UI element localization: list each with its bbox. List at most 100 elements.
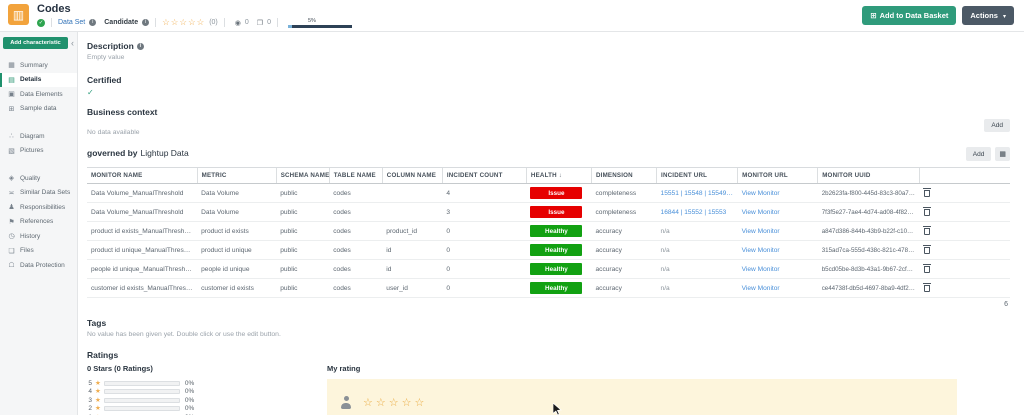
monitor-name-cell: product id unique_ManualThreshold (87, 241, 197, 260)
add-to-data-basket-button[interactable]: ⊞ Add to Data Basket (862, 6, 956, 25)
completeness-value: 5% (308, 18, 352, 24)
histogram-percentage: 0% (185, 397, 194, 404)
column-header[interactable]: MONITOR UUID (818, 168, 920, 184)
asset-type-link[interactable]: Data Set (58, 19, 85, 26)
histogram-row: 2 ★ 0% (87, 405, 327, 414)
add-characteristic-button[interactable]: Add characteristic (3, 37, 68, 49)
sidebar-item-similar-data-sets[interactable]: ≍ Similar Data Sets (0, 186, 77, 201)
nav-item-icon: ♟ (7, 203, 16, 211)
collapse-sidebar-icon[interactable]: ‹ (71, 39, 74, 48)
monitor-row: Data Volume_ManualThreshold Data Volume … (87, 203, 1010, 222)
divider (155, 18, 156, 27)
incident-url-cell[interactable]: n/a (657, 260, 738, 279)
sidebar-item-references[interactable]: ⚑ References (0, 215, 77, 230)
nav-item-icon: ⊞ (7, 105, 16, 113)
dimension-cell: accuracy (591, 279, 656, 298)
dimension-cell: accuracy (591, 260, 656, 279)
sidebar-item-files[interactable]: ❏ Files (0, 244, 77, 259)
monitors-add-button[interactable]: Add (966, 147, 992, 161)
monitor-row: customer id exists_ManualThreshold custo… (87, 279, 1010, 298)
sidebar-item-data-elements[interactable]: ▣ Data Elements (0, 87, 77, 102)
my-rating-stars[interactable]: ☆☆☆☆☆ (363, 396, 427, 409)
monitors-table: MONITOR NAMEMETRICSCHEMA NAMETABLE NAMEC… (87, 167, 1010, 298)
sidebar-item-pictures[interactable]: ▧ Pictures (0, 144, 77, 159)
schema-name-cell: public (276, 222, 329, 241)
delete-icon[interactable] (924, 228, 930, 235)
delete-icon[interactable] (924, 190, 930, 197)
column-header[interactable]: SCHEMA NAME (276, 168, 329, 184)
nav-item-icon: ▦ (7, 61, 16, 69)
sidebar-item-sample-data[interactable]: ⊞ Sample data (0, 102, 77, 117)
monitor-url-link[interactable]: View Monitor (738, 241, 818, 260)
sidebar-item-diagram[interactable]: ∴ Diagram (0, 129, 77, 144)
governed-by-label: governed by (87, 148, 138, 158)
nav-item-icon: ▧ (7, 147, 16, 155)
rating-stars[interactable]: ☆☆☆☆☆ (162, 17, 205, 28)
column-header[interactable]: METRIC (197, 168, 276, 184)
column-header[interactable]: INCIDENT COUNT (442, 168, 526, 184)
histogram-bar (104, 406, 180, 411)
star-icon: ★ (95, 397, 101, 404)
sidebar-item-history[interactable]: ◷ History (0, 229, 77, 244)
monitor-url-link[interactable]: View Monitor (738, 184, 818, 203)
info-icon[interactable]: i (89, 19, 96, 26)
column-header[interactable]: TABLE NAME (329, 168, 382, 184)
incident-url-cell[interactable]: n/a (657, 241, 738, 260)
table-view-toggle-icon[interactable]: ▦ (995, 147, 1010, 161)
health-badge: Issue (530, 206, 582, 218)
sidebar-item-quality[interactable]: ◈ Quality (0, 171, 77, 186)
histogram-percentage: 0% (185, 380, 194, 387)
incident-url-cell[interactable]: n/a (657, 279, 738, 298)
incident-url-cell[interactable]: 16844 | 15552 | 15553 (657, 203, 738, 222)
star-level-label: 1 (87, 414, 92, 415)
delete-icon[interactable] (924, 247, 930, 254)
info-icon[interactable]: i (137, 43, 144, 50)
sidebar-item-responsibilities[interactable]: ♟ Responsibilities (0, 200, 77, 215)
dimension-cell: accuracy (591, 241, 656, 260)
incident-url-cell[interactable]: 15551 | 15548 | 15549 | 15550 (657, 184, 738, 203)
copies-count: 0 (267, 19, 271, 26)
delete-icon[interactable] (924, 266, 930, 273)
nav-item-icon: ◷ (7, 232, 16, 240)
business-context-add-button[interactable]: Add (984, 119, 1010, 132)
incident-count-cell: 0 (442, 279, 526, 298)
governed-section: governed by Lightup Data Add ▦ (87, 147, 1010, 308)
sidebar-nav: ▦ Summary ▤ Details ▣ Data Elements ⊞ Sa… (0, 58, 77, 273)
tags-empty-value[interactable]: No value has been given yet. Double clic… (87, 331, 1010, 338)
column-header[interactable]: MONITOR URL (738, 168, 818, 184)
sidebar: Add characteristic ‹ ▦ Summary ▤ Details… (0, 32, 78, 415)
incident-url-cell[interactable]: n/a (657, 222, 738, 241)
description-heading: Description (87, 41, 134, 51)
actions-button[interactable]: Actions ▾ (962, 6, 1014, 25)
description-empty-value[interactable]: Empty value (87, 54, 1010, 61)
monitor-url-link[interactable]: View Monitor (738, 203, 818, 222)
column-header[interactable] (920, 168, 1010, 184)
completeness-bar (288, 25, 352, 28)
star-icon: ★ (95, 414, 101, 415)
column-header[interactable]: DIMENSION (591, 168, 656, 184)
sidebar-item-summary[interactable]: ▦ Summary (0, 58, 77, 73)
sidebar-item-data-protection[interactable]: ☖ Data Protection (0, 258, 77, 273)
incident-count-cell: 3 (442, 203, 526, 222)
delete-icon[interactable] (924, 285, 930, 292)
monitor-url-link[interactable]: View Monitor (738, 279, 818, 298)
monitor-url-link[interactable]: View Monitor (738, 222, 818, 241)
nav-item-label: Sample data (20, 105, 57, 112)
divider (51, 18, 52, 27)
column-header[interactable]: COLUMN NAME (382, 168, 442, 184)
column-header[interactable]: HEALTH↓ (526, 168, 591, 184)
column-name-cell (382, 203, 442, 222)
nav-item-icon: ❏ (7, 247, 16, 255)
my-rating-heading: My rating (327, 364, 1010, 373)
info-icon[interactable]: i (142, 19, 149, 26)
delete-icon[interactable] (924, 209, 930, 216)
column-header[interactable]: INCIDENT URL (657, 168, 738, 184)
business-context-heading: Business context (87, 107, 1010, 117)
caret-down-icon: ▾ (1003, 14, 1006, 20)
histogram-bar (104, 381, 180, 386)
monitor-uuid-cell: 7f3f5e27-7ae4-4d74-ad08-4f82b08b2575 (818, 203, 920, 222)
row-actions-cell (920, 184, 1010, 203)
sidebar-item-details[interactable]: ▤ Details (0, 73, 77, 88)
column-header[interactable]: MONITOR NAME (87, 168, 197, 184)
monitor-url-link[interactable]: View Monitor (738, 260, 818, 279)
